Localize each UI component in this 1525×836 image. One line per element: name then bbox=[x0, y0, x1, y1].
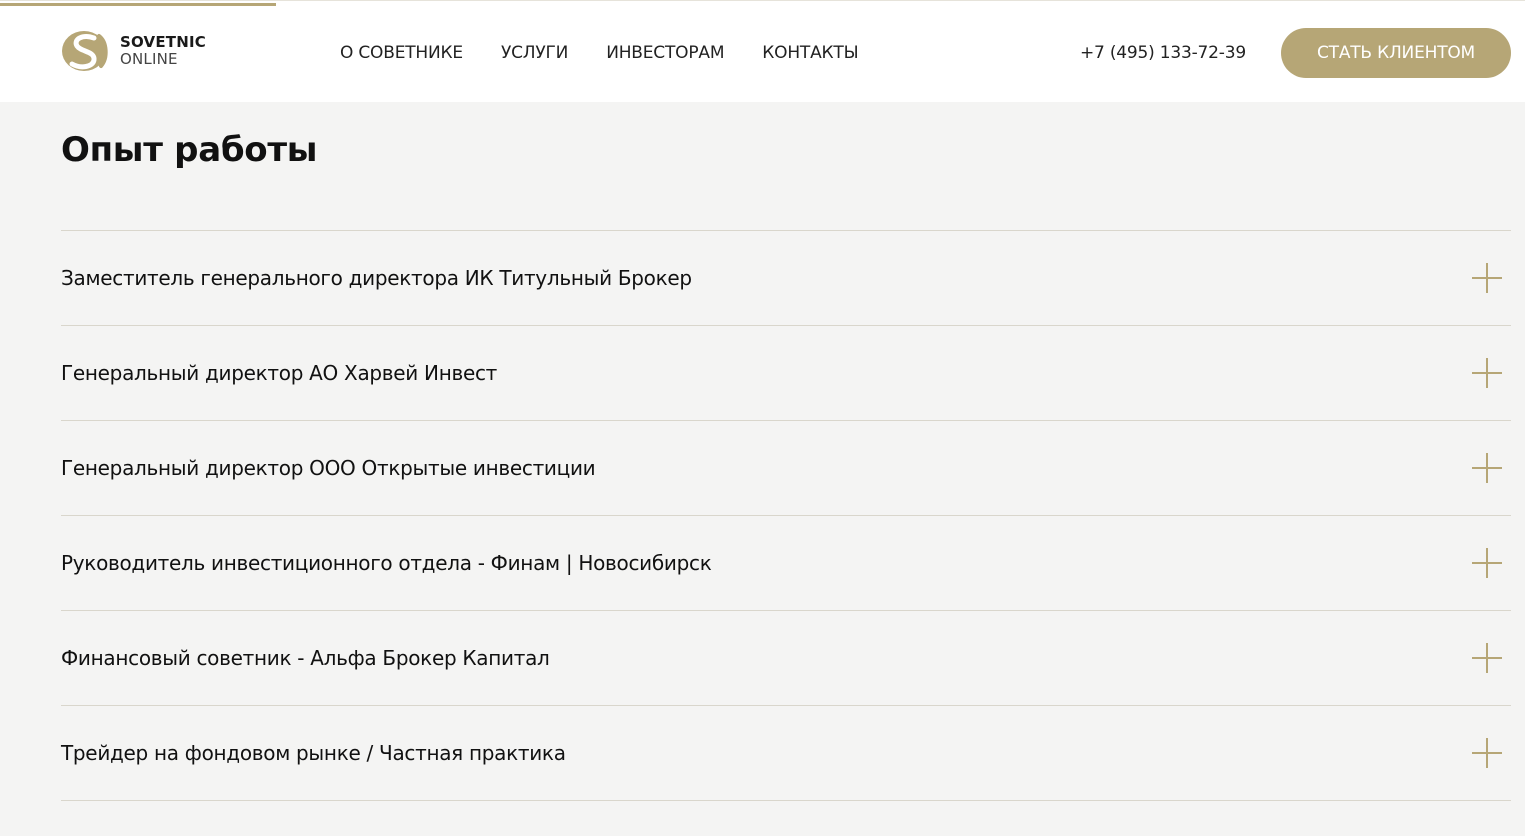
logo[interactable]: SOVETNIC ONLINE bbox=[61, 30, 206, 72]
plus-icon[interactable] bbox=[1472, 643, 1502, 673]
become-client-button[interactable]: СТАТЬ КЛИЕНТОМ bbox=[1281, 28, 1511, 78]
nav-item-investors[interactable]: ИНВЕСТОРАМ bbox=[606, 43, 724, 63]
accordion-item-label: Генеральный директор АО Харвей Инвест bbox=[61, 361, 498, 385]
logo-title: SOVETNIC bbox=[120, 33, 206, 51]
accordion-item[interactable]: Генеральный директор ООО Открытые инвест… bbox=[61, 421, 1511, 516]
accordion-item-label: Генеральный директор ООО Открытые инвест… bbox=[61, 456, 596, 480]
accordion-item[interactable]: Руководитель инвестиционного отдела - Фи… bbox=[61, 516, 1511, 611]
nav-item-services[interactable]: УСЛУГИ bbox=[501, 43, 568, 63]
accordion-item-label: Трейдер на фондовом рынке / Частная прак… bbox=[61, 741, 566, 765]
main-nav: О СОВЕТНИКЕ УСЛУГИ ИНВЕСТОРАМ КОНТАКТЫ bbox=[340, 43, 896, 63]
plus-icon[interactable] bbox=[1472, 358, 1502, 388]
accordion-item[interactable]: Трейдер на фондовом рынке / Частная прак… bbox=[61, 706, 1511, 801]
s-letter-logo-icon bbox=[62, 31, 108, 71]
phone-link[interactable]: +7 (495) 133-72-39 bbox=[1080, 43, 1246, 63]
plus-icon[interactable] bbox=[1472, 263, 1502, 293]
accordion-item[interactable]: Финансовый советник - Альфа Брокер Капит… bbox=[61, 611, 1511, 706]
plus-icon[interactable] bbox=[1472, 453, 1502, 483]
plus-icon[interactable] bbox=[1472, 548, 1502, 578]
page-title: Опыт работы bbox=[61, 130, 318, 170]
accordion-item-label: Заместитель генерального директора ИК Ти… bbox=[61, 266, 692, 290]
accordion-item[interactable]: Генеральный директор АО Харвей Инвест bbox=[61, 326, 1511, 421]
accordion-item[interactable]: Заместитель генерального директора ИК Ти… bbox=[61, 231, 1511, 326]
nav-item-about[interactable]: О СОВЕТНИКЕ bbox=[340, 43, 463, 63]
accordion-item-label: Финансовый советник - Альфа Брокер Капит… bbox=[61, 646, 550, 670]
experience-accordion: Заместитель генерального директора ИК Ти… bbox=[61, 230, 1511, 801]
scroll-progress-bar bbox=[0, 3, 276, 6]
logo-text: SOVETNIC ONLINE bbox=[120, 35, 206, 67]
site-header: SOVETNIC ONLINE О СОВЕТНИКЕ УСЛУГИ ИНВЕС… bbox=[0, 0, 1525, 102]
accordion-item-label: Руководитель инвестиционного отдела - Фи… bbox=[61, 551, 712, 575]
plus-icon[interactable] bbox=[1472, 738, 1502, 768]
logo-subtitle: ONLINE bbox=[120, 50, 178, 68]
nav-item-contacts[interactable]: КОНТАКТЫ bbox=[762, 43, 858, 63]
